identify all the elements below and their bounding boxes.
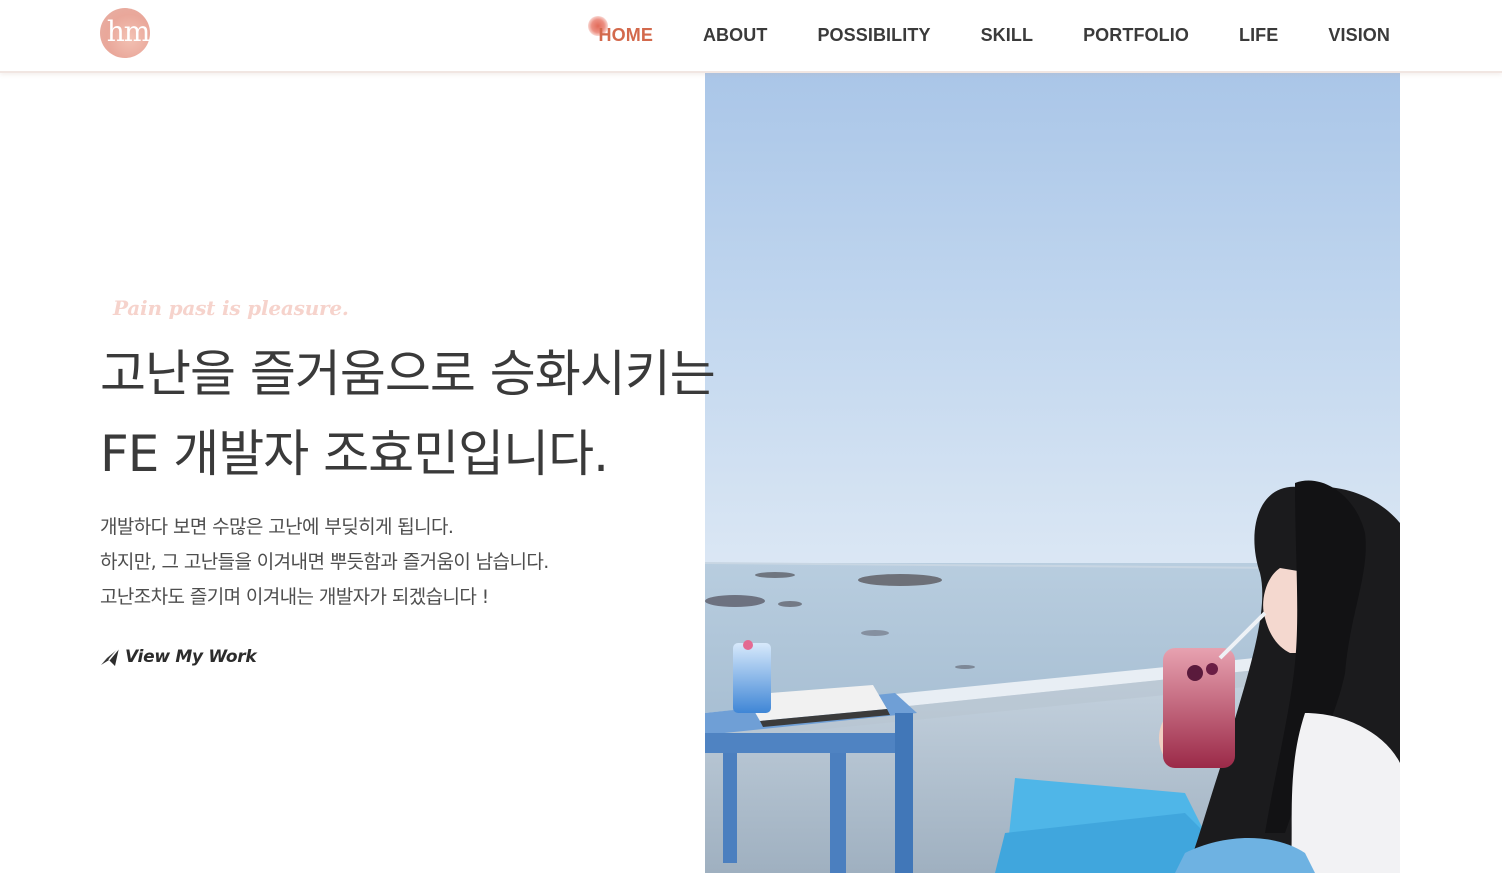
headline-line-1: 고난을 즐거움으로 승화시키는 xyxy=(100,345,716,403)
site-header: hm HOME ABOUT POSSIBILITY SKILL PORTFOLI… xyxy=(0,0,1502,73)
description-line-1: 개발하다 보면 수많은 고난에 부딪히게 됩니다. xyxy=(100,516,454,538)
nav-item-portfolio[interactable]: PORTFOLIO xyxy=(1083,25,1189,46)
paper-plane-icon xyxy=(101,647,120,666)
nav-item-label: HOME xyxy=(598,24,653,45)
description: 개발하다 보면 수많은 고난에 부딪히게 됩니다. 하지만, 그 고난들을 이겨… xyxy=(100,510,549,615)
nav-item-label: PORTFOLIO xyxy=(1083,24,1189,45)
nav-item-about[interactable]: ABOUT xyxy=(703,25,768,46)
nav-item-home[interactable]: HOME xyxy=(587,15,653,46)
headline: 고난을 즐거움으로 승화시키는 FE 개발자 조효민입니다. xyxy=(100,334,716,494)
motto: Pain past is pleasure. xyxy=(113,296,349,320)
logo[interactable]: hm xyxy=(100,8,150,58)
rock xyxy=(858,574,942,586)
nav-item-label: SKILL xyxy=(980,24,1034,45)
logo-text: hm xyxy=(106,15,151,48)
nav-item-vision[interactable]: VISION xyxy=(1328,25,1390,46)
nav-item-label: POSSIBILITY xyxy=(817,24,931,45)
nav-item-label: VISION xyxy=(1328,24,1390,45)
headline-line-2: FE 개발자 조효민입니다. xyxy=(100,425,609,483)
nav-item-label: LIFE xyxy=(1238,24,1279,45)
hero-photo xyxy=(705,73,1400,873)
main-nav: HOME ABOUT POSSIBILITY SKILL PORTFOLIO L… xyxy=(587,0,1390,70)
description-line-2: 하지만, 그 고난들을 이겨내면 뿌듯함과 즐거움이 남습니다. xyxy=(100,551,549,573)
blue-drink xyxy=(733,643,771,713)
seaside-cafe-illustration xyxy=(705,73,1400,873)
view-my-work-link[interactable]: View My Work xyxy=(100,647,257,667)
nav-item-label: ABOUT xyxy=(702,24,768,45)
nav-item-skill[interactable]: SKILL xyxy=(981,25,1034,46)
view-my-work-label: View My Work xyxy=(125,647,257,667)
description-line-3: 고난조차도 즐기며 이겨내는 개발자가 되겠습니다 ! xyxy=(100,586,489,608)
nav-item-life[interactable]: LIFE xyxy=(1239,25,1278,46)
nav-item-possibility[interactable]: POSSIBILITY xyxy=(817,25,930,46)
